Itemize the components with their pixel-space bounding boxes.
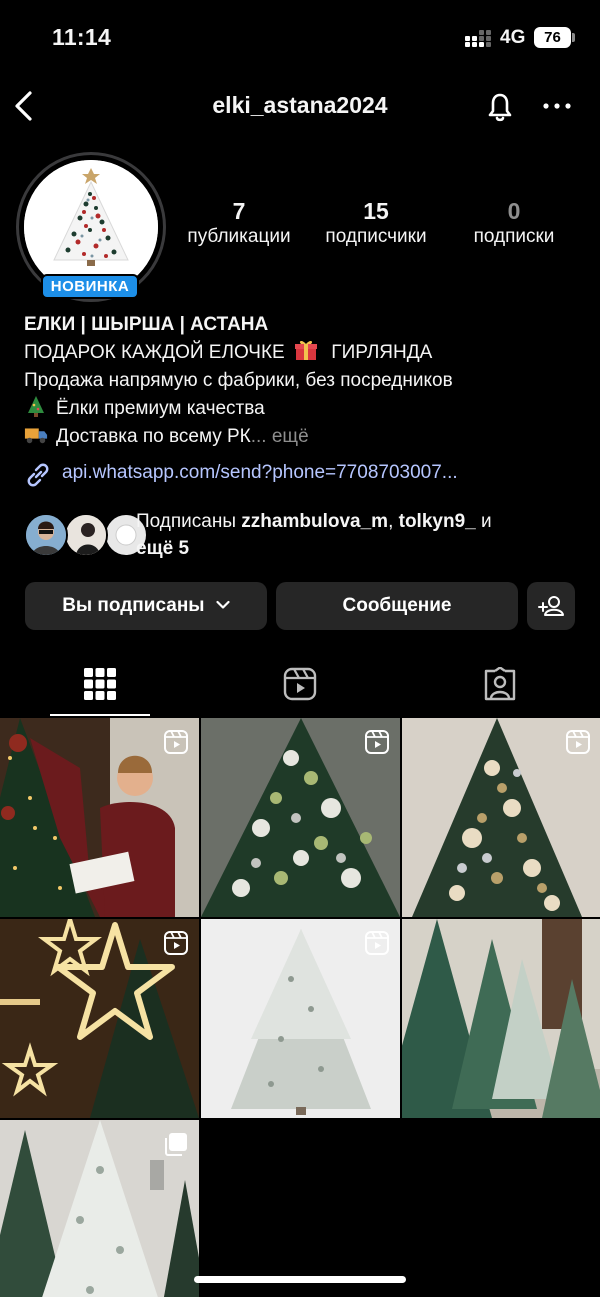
truck-emoji-icon — [24, 428, 48, 444]
reel-badge-icon — [365, 730, 389, 754]
stat-followers-value: 15 — [363, 198, 389, 224]
mutual-avatar-1 — [24, 513, 68, 557]
bio-line-1: ПОДАРОК КАЖДОЙ ЕЛОЧКЕ ГИРЛЯНДА — [24, 339, 584, 367]
tagged-icon — [484, 667, 516, 701]
profile-bio: ЕЛКИ | ШЫРША | АСТАНА ПОДАРОК КАЖДОЙ ЕЛО… — [24, 311, 584, 451]
stat-posts[interactable]: 7 публикации — [176, 198, 302, 248]
stat-posts-value: 7 — [232, 198, 246, 224]
more-options-button[interactable] — [540, 92, 574, 120]
stat-followers[interactable]: 15 подписчики — [312, 198, 440, 248]
bio-line-1-text: ПОДАРОК КАЖДОЙ ЕЛОЧКЕ — [24, 342, 285, 363]
bio-link-text[interactable]: api.whatsapp.com/send?phone=7708703007..… — [62, 462, 458, 484]
mutual-user-1[interactable]: zzhambulova_m — [241, 511, 388, 532]
profile-tabs — [0, 660, 600, 716]
gift-icon — [295, 340, 317, 360]
mutual-followers[interactable]: Подписаны zzhambulova_m, tolkyn9_ и ещё … — [24, 508, 584, 564]
mutual-conj: и — [481, 511, 492, 532]
status-time: 11:14 — [52, 24, 112, 50]
more-horizontal-icon — [543, 103, 571, 109]
tab-grid[interactable] — [0, 660, 200, 716]
tab-tagged[interactable] — [400, 660, 600, 716]
bio-line-3: Ёлки премиум качества — [24, 395, 584, 423]
mutual-user-2[interactable]: tolkyn9_ — [399, 511, 476, 532]
status-bar: 11:14 4G 76 — [0, 0, 600, 76]
grid-post-5[interactable] — [201, 919, 400, 1118]
bell-icon — [488, 93, 512, 122]
bio-link[interactable]: api.whatsapp.com/send?phone=7708703007..… — [24, 460, 584, 490]
message-button-label: Сообщение — [342, 595, 452, 616]
stat-following-value: 0 — [507, 198, 521, 224]
reel-badge-icon — [365, 931, 389, 955]
active-tab-indicator — [50, 714, 150, 716]
bio-more-link[interactable]: ... ещё — [251, 426, 309, 447]
battery-icon: 76 — [534, 27, 571, 48]
profile-header: elki_astana2024 — [0, 78, 600, 136]
mutual-prefix: Подписаны — [136, 511, 237, 532]
grid-post-6[interactable] — [402, 919, 600, 1118]
signal-icon — [465, 30, 493, 48]
new-badge: НОВИНКА — [41, 274, 139, 299]
stat-following-label: подписки — [473, 226, 555, 247]
tree-emoji-icon — [28, 396, 44, 417]
reel-badge-icon — [164, 730, 188, 754]
reel-badge-icon — [566, 730, 590, 754]
following-button-label: Вы подписаны — [62, 595, 205, 616]
notifications-button[interactable] — [482, 86, 518, 126]
following-button[interactable]: Вы подписаны — [25, 582, 267, 630]
reel-badge-icon — [164, 931, 188, 955]
mutual-rest[interactable]: ещё 5 — [136, 538, 189, 559]
bio-line-4: Доставка по всему РК... ещё — [24, 423, 584, 451]
grid-post-4[interactable] — [0, 919, 199, 1118]
mutual-followers-text: Подписаны zzhambulova_m, tolkyn9_ и ещё … — [136, 511, 492, 559]
grid-icon — [84, 668, 116, 700]
post-image — [402, 919, 600, 1118]
stat-followers-label: подписчики — [325, 226, 427, 247]
grid-post-1[interactable] — [0, 718, 199, 917]
stat-following[interactable]: 0 подписки — [460, 198, 568, 248]
message-button[interactable]: Сообщение — [276, 582, 518, 630]
add-user-icon — [538, 596, 564, 616]
grid-post-3[interactable] — [402, 718, 600, 917]
tab-reels[interactable] — [200, 660, 400, 716]
grid-post-7[interactable] — [0, 1120, 199, 1297]
bio-line-4-text: Доставка по всему РК — [56, 426, 251, 447]
bio-line-3-text: Ёлки премиум качества — [56, 398, 265, 419]
home-indicator[interactable] — [194, 1276, 406, 1283]
bio-line-1-garland: ГИРЛЯНДА — [331, 342, 433, 363]
grid-post-2[interactable] — [201, 718, 400, 917]
stat-posts-label: публикации — [187, 226, 291, 247]
battery-tip — [572, 33, 575, 42]
add-user-button[interactable] — [527, 582, 575, 630]
reels-icon — [283, 667, 317, 701]
network-label: 4G — [500, 27, 526, 48]
mutual-avatar-2 — [64, 513, 108, 557]
chevron-down-icon — [216, 600, 230, 609]
carousel-icon — [165, 1133, 187, 1156]
bio-line-2: Продажа напрямую с фабрики, без посредни… — [24, 370, 453, 391]
bio-name: ЕЛКИ | ШЫРША | АСТАНА — [24, 314, 269, 335]
link-icon — [27, 463, 49, 487]
